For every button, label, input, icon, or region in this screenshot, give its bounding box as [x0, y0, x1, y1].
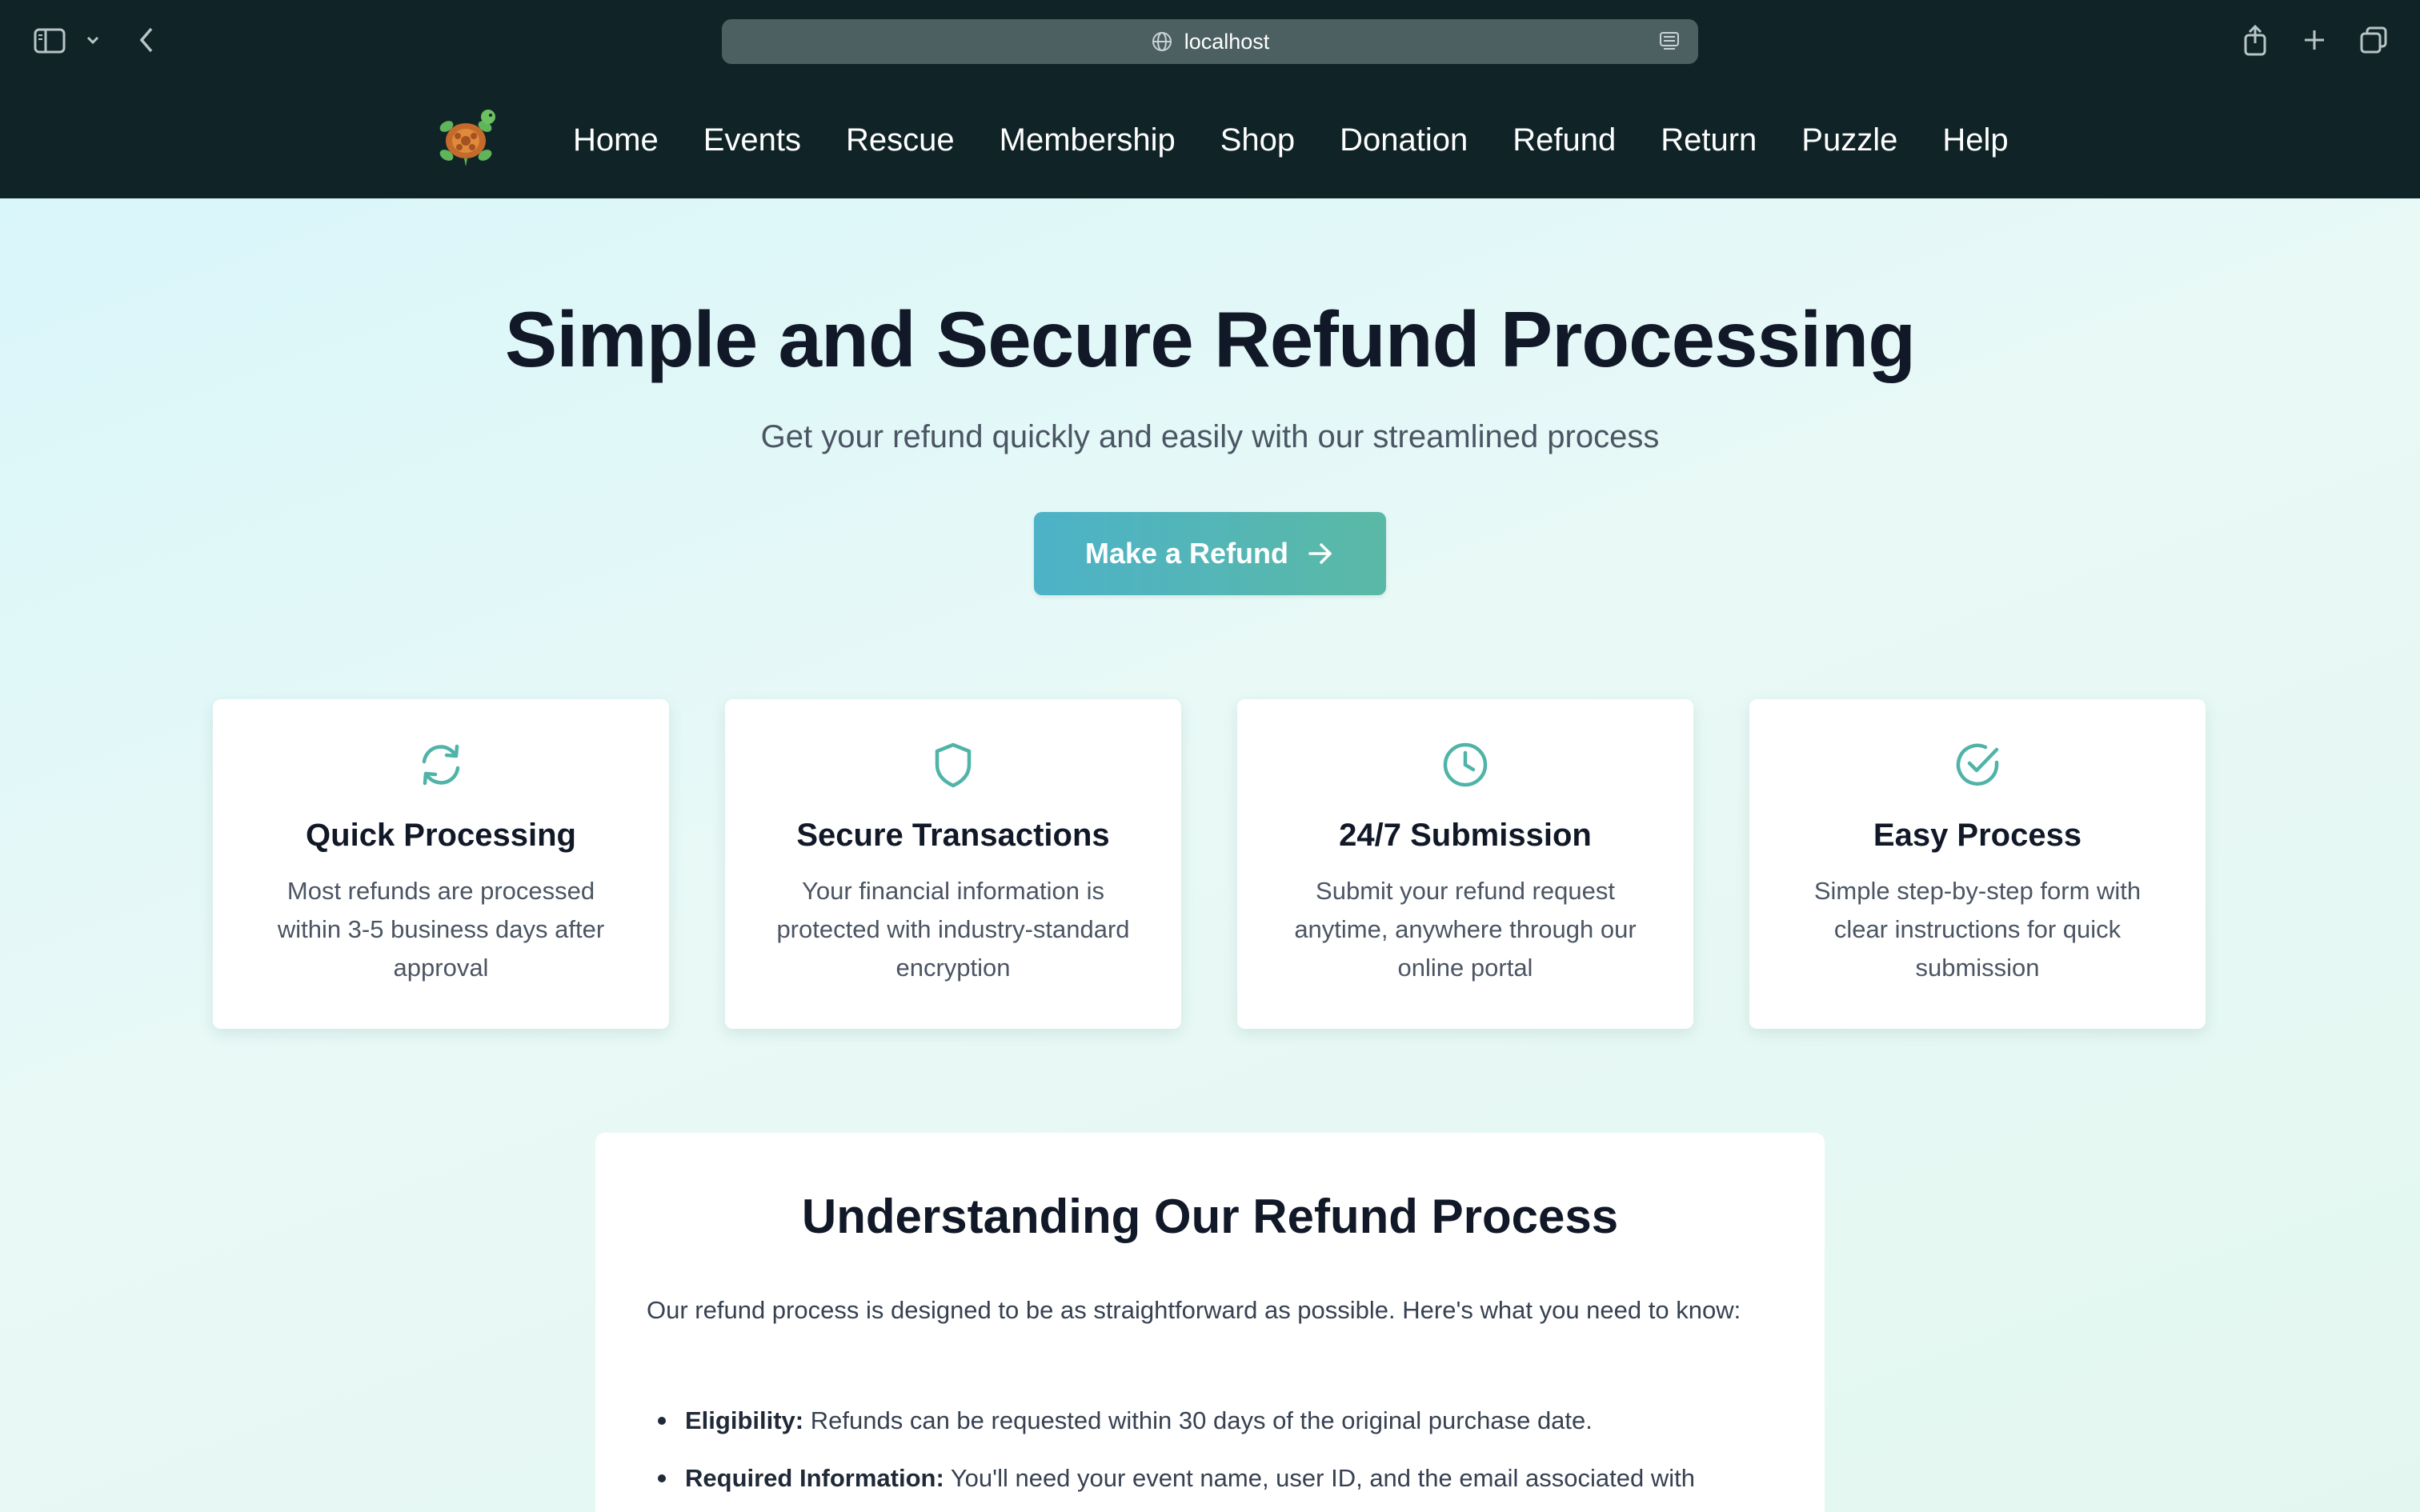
shield-icon [928, 739, 979, 790]
sidebar-toggle-icon[interactable] [32, 26, 67, 56]
feature-title: Secure Transactions [796, 818, 1110, 853]
info-list: Eligibility: Refunds can be requested wi… [647, 1402, 1799, 1512]
list-item-text: Refunds can be requested within 30 days … [810, 1406, 1593, 1434]
nav-link-rescue[interactable]: Rescue [846, 122, 955, 158]
list-item-label: Required Information: [685, 1464, 944, 1492]
clock-icon [1440, 739, 1491, 790]
address-bar[interactable]: localhost [722, 19, 1698, 64]
nav-link-shop[interactable]: Shop [1220, 122, 1295, 158]
globe-icon [1151, 30, 1173, 53]
info-intro: Our refund process is designed to be as … [647, 1296, 1741, 1324]
hero-subtitle: Get your refund quickly and easily with … [760, 419, 1660, 454]
nav-link-refund[interactable]: Refund [1512, 122, 1616, 158]
url-text: localhost [1184, 29, 1270, 54]
feature-cards: Quick Processing Most refunds are proces… [213, 699, 2207, 1029]
feature-title: Quick Processing [306, 818, 576, 853]
chevron-down-icon[interactable] [83, 30, 102, 50]
list-item-label: Eligibility: [685, 1406, 804, 1434]
nav-link-help[interactable]: Help [1942, 122, 2008, 158]
nav-links: Home Events Rescue Membership Shop Donat… [573, 82, 2053, 198]
tab-overview-icon[interactable] [2358, 24, 2390, 56]
feature-card-24-7-submission: 24/7 Submission Submit your refund reque… [1237, 699, 1693, 1029]
make-refund-button[interactable]: Make a Refund [1034, 512, 1386, 595]
feature-description: Most refunds are processed within 3-5 bu… [277, 877, 605, 982]
main-content: Simple and Secure Refund Processing Get … [0, 198, 2420, 1512]
nav-link-events[interactable]: Events [703, 122, 801, 158]
nav-link-puzzle[interactable]: Puzzle [1801, 122, 1897, 158]
refund-process-info: Understanding Our Refund Process Our ref… [595, 1133, 1825, 1512]
list-item: Required Information: You'll need your e… [647, 1459, 1799, 1498]
feature-description: Simple step-by-step form with clear inst… [1813, 877, 2142, 982]
nav-link-membership[interactable]: Membership [1000, 122, 1176, 158]
feature-card-easy-process: Easy Process Simple step-by-step form wi… [1749, 699, 2206, 1029]
hero-title: Simple and Secure Refund Processing [504, 295, 1916, 383]
share-icon[interactable] [2239, 22, 2271, 58]
nav-link-return[interactable]: Return [1661, 122, 1757, 158]
back-icon[interactable] [134, 24, 158, 56]
feature-description: Your financial information is protected … [776, 877, 1130, 982]
list-item: Eligibility: Refunds can be requested wi… [647, 1402, 1799, 1440]
make-refund-button-label: Make a Refund [1084, 537, 1289, 570]
feature-title: Easy Process [1873, 818, 2082, 853]
new-tab-icon[interactable] [2300, 26, 2329, 54]
check-circle-icon [1952, 739, 2003, 790]
reader-mode-icon[interactable] [1658, 30, 1681, 53]
nav-link-home[interactable]: Home [573, 122, 659, 158]
feature-card-quick-processing: Quick Processing Most refunds are proces… [213, 699, 669, 1029]
turtle-logo-icon[interactable] [432, 106, 499, 173]
feature-description: Submit your refund request anytime, anyw… [1294, 877, 1637, 982]
list-item-text: You'll need your event name, user ID, an… [950, 1464, 1695, 1492]
arrow-right-icon [1308, 543, 1332, 564]
nav-link-donation[interactable]: Donation [1340, 122, 1468, 158]
browser-toolbar: localhost [0, 0, 2420, 82]
feature-card-secure-transactions: Secure Transactions Your financial infor… [725, 699, 1181, 1029]
refresh-icon [415, 739, 467, 790]
info-title: Understanding Our Refund Process [801, 1190, 1619, 1243]
site-navbar: Home Events Rescue Membership Shop Donat… [0, 82, 2420, 198]
feature-title: 24/7 Submission [1339, 818, 1592, 853]
